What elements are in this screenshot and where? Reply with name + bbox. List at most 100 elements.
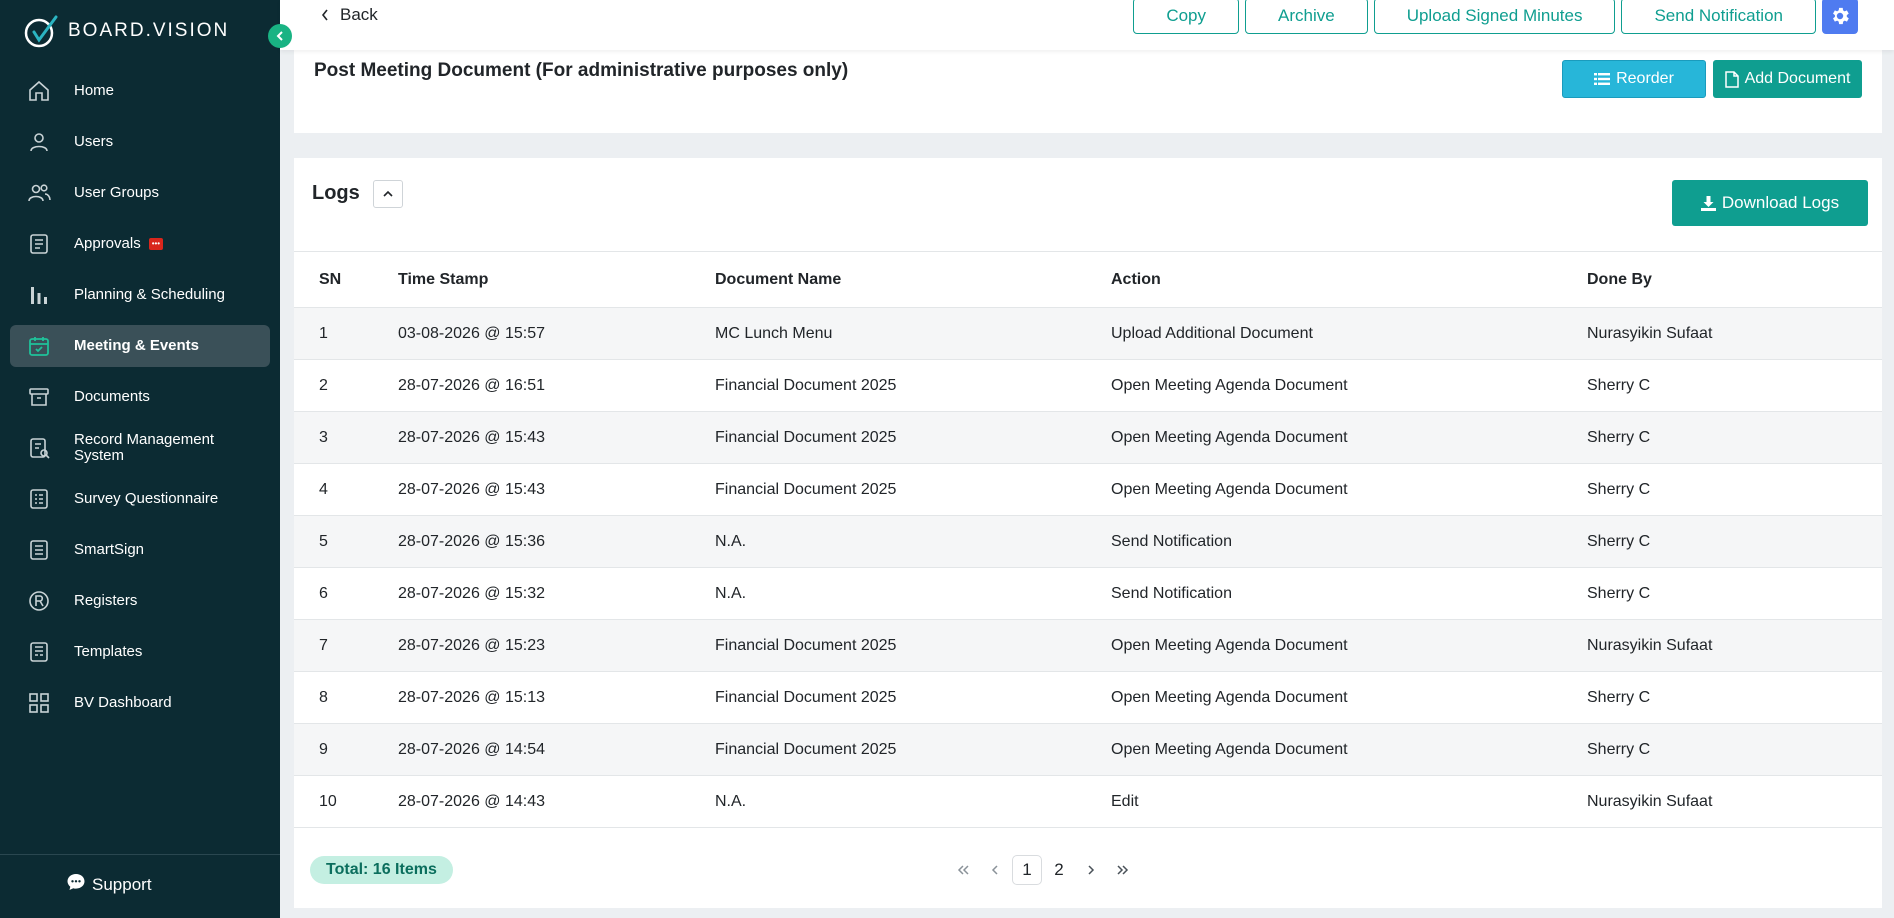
settings-button[interactable]	[1822, 0, 1858, 34]
cell-time-stamp: 28-07-2026 @ 14:43	[373, 775, 690, 828]
sidebar-item-label: Documents	[74, 388, 150, 405]
cell-document-name: N.A.	[690, 775, 1086, 828]
cell-action: Upload Additional Document	[1086, 307, 1562, 360]
sidebar-item-templates[interactable]: Templates	[10, 631, 270, 673]
copy-button[interactable]: Copy	[1133, 0, 1239, 34]
archive-button[interactable]: Archive	[1245, 0, 1368, 34]
cell-done-by: Sherry C	[1562, 515, 1882, 568]
template-icon	[26, 639, 52, 665]
download-logs-button[interactable]: Download Logs	[1672, 180, 1868, 226]
cell-time-stamp: 28-07-2026 @ 15:43	[373, 411, 690, 464]
column-header-sn[interactable]: SN	[294, 251, 373, 308]
brand-logo[interactable]: BOARD.VISION	[22, 14, 229, 48]
cell-sn: 8	[294, 671, 373, 724]
column-header-done-by[interactable]: Done By	[1562, 251, 1882, 308]
post-meeting-title: Post Meeting Document (For administrativ…	[314, 60, 849, 81]
cell-sn: 7	[294, 619, 373, 672]
smartsign-icon	[26, 537, 52, 563]
prev-page-button[interactable]	[980, 855, 1010, 885]
list-icon	[1594, 73, 1611, 85]
add-document-button[interactable]: Add Document	[1713, 60, 1862, 98]
column-header-action[interactable]: Action	[1086, 251, 1562, 308]
cell-action: Send Notification	[1086, 567, 1562, 620]
page-button-2[interactable]: 2	[1044, 855, 1074, 885]
sidebar-collapse-toggle[interactable]	[268, 24, 292, 48]
cell-document-name: N.A.	[690, 515, 1086, 568]
sidebar-item-bv-dashboard[interactable]: BV Dashboard	[10, 682, 270, 724]
table-row: 9 28-07-2026 @ 14:54 Financial Document …	[294, 723, 1882, 776]
last-page-button[interactable]	[1108, 855, 1138, 885]
cell-sn: 1	[294, 307, 373, 360]
table-header-row: SN Time Stamp Document Name Action Done …	[294, 251, 1882, 308]
sidebar-item-label: Approvals	[74, 235, 141, 252]
add-document-label: Add Document	[1744, 70, 1851, 87]
sidebar-item-users[interactable]: Users	[10, 121, 270, 163]
cell-done-by: Nurasyikin Sufaat	[1562, 307, 1882, 360]
logs-title: Logs	[312, 182, 360, 204]
table-row: 2 28-07-2026 @ 16:51 Financial Document …	[294, 359, 1882, 412]
chevron-left-icon	[991, 865, 998, 875]
bar-chart-icon	[26, 282, 52, 308]
record-search-icon	[26, 435, 52, 461]
home-icon	[26, 78, 52, 104]
double-chevron-right-icon	[1117, 865, 1129, 875]
sidebar-item-record-management[interactable]: Record Management System	[10, 427, 270, 469]
sidebar-item-home[interactable]: Home	[10, 70, 270, 112]
cell-sn: 9	[294, 723, 373, 776]
download-icon	[1700, 195, 1716, 211]
cell-action: Edit	[1086, 775, 1562, 828]
cell-document-name: N.A.	[690, 567, 1086, 620]
top-bar: Back Copy Archive Upload Signed Minutes …	[280, 0, 1894, 50]
sidebar-item-label: Planning & Scheduling	[74, 286, 225, 303]
table-row: 1 03-08-2026 @ 15:57 MC Lunch Menu Uploa…	[294, 307, 1882, 360]
sidebar-item-registers[interactable]: Registers	[10, 580, 270, 622]
chevron-right-icon	[1088, 865, 1095, 875]
cell-time-stamp: 28-07-2026 @ 15:13	[373, 671, 690, 724]
column-header-time-stamp[interactable]: Time Stamp	[373, 251, 690, 308]
sidebar-item-label: Survey Questionnaire	[74, 490, 219, 507]
logs-collapse-button[interactable]	[373, 180, 403, 208]
sidebar-item-planning[interactable]: Planning & Scheduling	[10, 274, 270, 316]
cell-action: Open Meeting Agenda Document	[1086, 463, 1562, 516]
cell-done-by: Nurasyikin Sufaat	[1562, 775, 1882, 828]
chevron-up-icon	[383, 190, 393, 197]
cell-done-by: Sherry C	[1562, 567, 1882, 620]
sidebar-item-user-groups[interactable]: User Groups	[10, 172, 270, 214]
document-icon	[26, 231, 52, 257]
reorder-button[interactable]: Reorder	[1562, 60, 1706, 98]
table-row: 4 28-07-2026 @ 15:43 Financial Document …	[294, 463, 1882, 516]
sidebar-item-label: SmartSign	[74, 541, 145, 558]
next-page-button[interactable]	[1076, 855, 1106, 885]
sidebar-item-approvals[interactable]: Approvals •••	[10, 223, 270, 265]
first-page-button[interactable]	[948, 855, 978, 885]
column-header-document-name[interactable]: Document Name	[690, 251, 1086, 308]
back-button[interactable]: Back	[320, 5, 378, 25]
cell-sn: 4	[294, 463, 373, 516]
cell-document-name: Financial Document 2025	[690, 463, 1086, 516]
cell-action: Open Meeting Agenda Document	[1086, 619, 1562, 672]
post-meeting-document-card: Post Meeting Document (For administrativ…	[294, 50, 1882, 133]
sidebar-item-meeting-events[interactable]: Meeting & Events	[10, 325, 270, 367]
sidebar-item-documents[interactable]: Documents	[10, 376, 270, 418]
cell-action: Open Meeting Agenda Document	[1086, 411, 1562, 464]
cell-sn: 6	[294, 567, 373, 620]
upload-signed-minutes-button[interactable]: Upload Signed Minutes	[1373, 0, 1616, 34]
sidebar-item-label: Registers	[74, 592, 138, 609]
gear-icon	[1833, 7, 1849, 25]
sidebar: BOARD.VISION Home Users User Groups Appr…	[0, 0, 280, 918]
total-items-badge: Total: 16 Items	[310, 856, 453, 884]
support-button[interactable]: Support	[66, 872, 152, 897]
cell-action: Send Notification	[1086, 515, 1562, 568]
sidebar-item-smartsign[interactable]: SmartSign	[10, 529, 270, 571]
file-icon	[1724, 70, 1739, 88]
cell-sn: 3	[294, 411, 373, 464]
cell-done-by: Sherry C	[1562, 463, 1882, 516]
cell-action: Open Meeting Agenda Document	[1086, 359, 1562, 412]
table-row: 3 28-07-2026 @ 15:43 Financial Document …	[294, 411, 1882, 464]
send-notification-button[interactable]: Send Notification	[1621, 0, 1816, 34]
page-button-1[interactable]: 1	[1012, 855, 1042, 885]
grid-icon	[26, 690, 52, 716]
pagination: 1 2	[948, 855, 1138, 885]
chevron-left-icon	[276, 31, 283, 41]
sidebar-item-survey[interactable]: Survey Questionnaire	[10, 478, 270, 520]
